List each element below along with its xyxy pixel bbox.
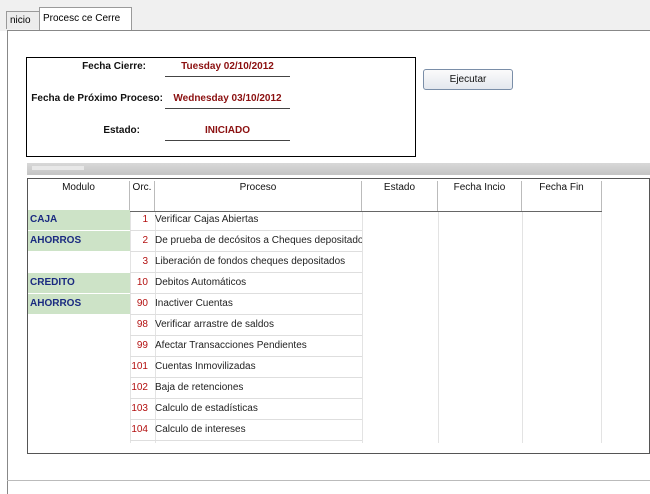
orc-cell[interactable]: 90 [130,293,152,314]
proceso-cell[interactable]: Inactiver Cuentas [155,293,362,314]
proceso-cell[interactable]: Verificar Cajas Abiertas [155,209,362,230]
orc-cell[interactable]: 99 [130,335,152,356]
module-cell[interactable]: CAJA [28,210,130,230]
header-proceso[interactable]: Proceso [155,181,362,211]
col-sep-end [601,212,602,443]
module-cell[interactable]: AHORROS [28,294,130,314]
splitter-grip[interactable] [32,166,84,170]
tab-proceso-cierre[interactable]: Procesc ce Cerre [39,7,132,31]
proceso-cell[interactable]: Calculo de estadísticas [155,398,362,419]
orc-cell[interactable]: 10 [130,272,152,293]
header-fecha-fin[interactable]: Fecha Fin [522,181,602,211]
status-bar-line [7,480,650,481]
fecha-proximo-label: Fecha de Próximo Proceso: [31,93,163,104]
header-estado[interactable]: Estado [362,181,438,211]
row-line [130,440,362,441]
proceso-cell[interactable]: Debitos Automáticos [155,272,362,293]
estado-value: INICIADO [205,125,250,136]
fecha-cierre-underline [165,76,290,77]
orc-cell[interactable]: 1 [130,209,152,230]
orc-cell[interactable]: 103 [130,398,152,419]
col-sep-estado [362,212,363,443]
estado-underline [165,140,290,141]
header-fecha-inicio[interactable]: Fecha Incio [438,181,522,211]
module-cell[interactable]: CREDITO [28,273,130,293]
fecha-proximo-underline [165,108,290,109]
proceso-cell[interactable]: Cuentas Inmovilizadas [155,356,362,377]
proceso-cell[interactable]: Calculo de intereses [155,419,362,440]
orc-cell[interactable]: 3 [130,251,152,272]
orc-cell[interactable]: 2 [130,230,152,251]
orc-cell[interactable]: 102 [130,377,152,398]
fecha-cierre-label: Fecha Cierre: [82,61,146,72]
proceso-cell[interactable]: Liberación de fondos cheques depositados [155,251,362,272]
proceso-cell[interactable]: Baja de retenciones [155,377,362,398]
tab-strip: nicio Procesc ce Cerre [0,0,650,31]
orc-cell[interactable]: 104 [130,419,152,440]
orc-cell[interactable]: 98 [130,314,152,335]
fecha-cierre-value: Tuesday 02/10/2012 [181,61,274,72]
orc-cell[interactable]: 101 [130,356,152,377]
header-modulo[interactable]: Modulo [28,181,130,211]
info-box [26,57,416,157]
fecha-proximo-value: Wednesday 03/10/2012 [173,93,282,104]
ejecutar-button[interactable]: Ejecutar [423,69,513,90]
proceso-cell[interactable]: Verificar arrastre de saldos [155,314,362,335]
proceso-cell[interactable]: De prueba de decósitos a Cheques deposit… [155,230,362,251]
module-cell[interactable]: AHORROS [28,231,130,251]
estado-label: Estado: [103,125,140,136]
proceso-cell[interactable]: Afectar Transacciones Pendientes [155,335,362,356]
header-orc[interactable]: Orc. [130,181,155,211]
splitter-bar[interactable] [27,163,650,175]
col-sep-fecha-inicio [438,212,439,443]
tab-inicio[interactable]: nicio [6,11,40,29]
col-sep-fecha-fin [522,212,523,443]
